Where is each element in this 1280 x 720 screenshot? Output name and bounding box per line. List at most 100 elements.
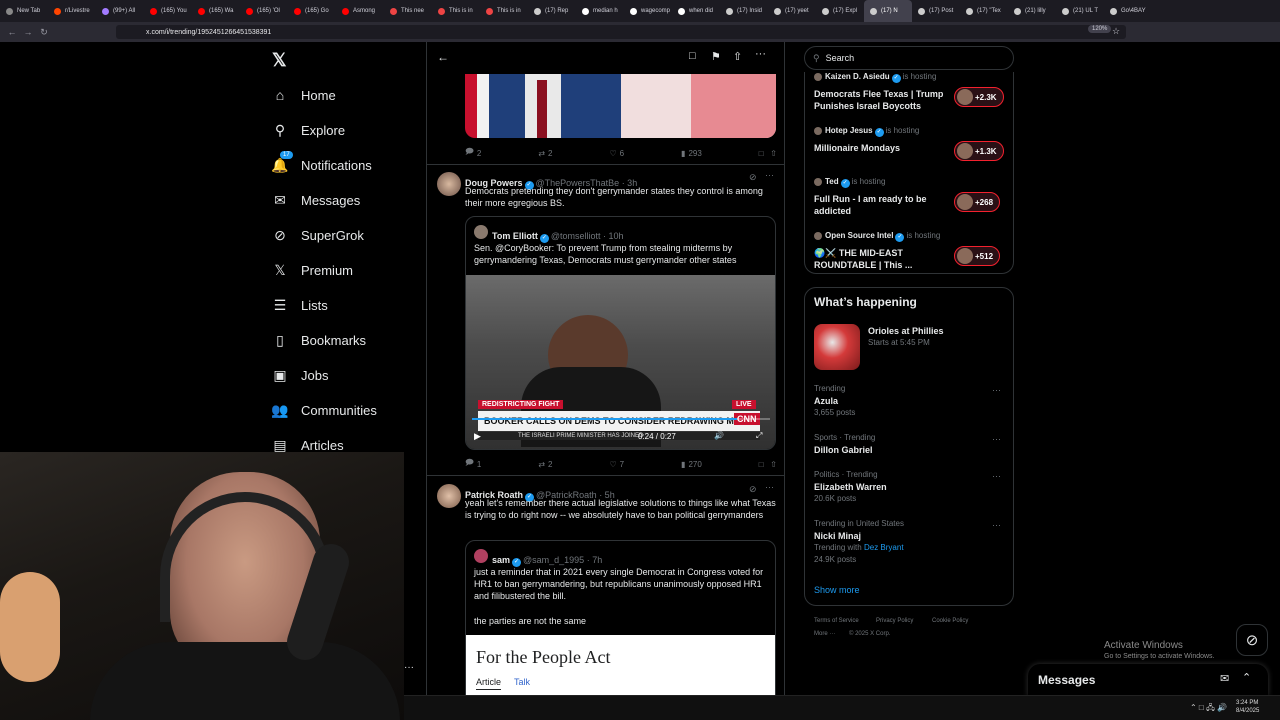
browser-tab[interactable]: Go\4BAY	[1104, 0, 1152, 22]
star-icon[interactable]: ☆	[1112, 26, 1120, 37]
footer-link[interactable]: Cookie Policy	[932, 618, 968, 624]
share-icon[interactable]: ⇧	[733, 50, 742, 63]
browser-tab[interactable]: (17) N	[864, 0, 912, 22]
trend-more-icon[interactable]: ···	[992, 520, 1001, 530]
space-title[interactable]: 🌍⚔️ THE MID-EAST ROUNDTABLE | This ...	[814, 247, 950, 271]
space-listener-count[interactable]: +2.3K	[954, 87, 1004, 107]
browser-tab[interactable]: wagecomp	[624, 0, 672, 22]
footer-link[interactable]: More ···	[814, 631, 835, 637]
like-button[interactable]: ♡ 6	[609, 149, 624, 158]
more-icon[interactable]: ···	[765, 482, 774, 492]
messages-drawer[interactable]: Messages ✉ ⌃	[1028, 664, 1268, 696]
browser-tab[interactable]: Asmong	[336, 0, 384, 22]
trend-name[interactable]: Dillon Gabriel	[814, 445, 873, 455]
nav-item-home[interactable]: ⌂ Home	[272, 80, 336, 110]
browser-tab[interactable]: (17) Post	[912, 0, 960, 22]
trend-more-icon[interactable]: ···	[992, 385, 1001, 395]
space-title[interactable]: Democrats Flee Texas | Trump Punishes Is…	[814, 88, 950, 112]
grok-icon[interactable]: ⊘	[749, 484, 757, 495]
space-title[interactable]: Full Run - I am ready to be addicted	[814, 193, 950, 217]
browser-tab[interactable]: r/Livestre	[48, 0, 96, 22]
repost-button[interactable]: ⇄ 2	[538, 149, 552, 158]
browser-tab[interactable]: This is in	[432, 0, 480, 22]
article-preview[interactable]: For the People Act Article Talk	[466, 635, 775, 695]
footer-link[interactable]: Terms of Service	[814, 618, 859, 624]
nav-item-explore[interactable]: ⚲ Explore	[272, 115, 345, 145]
avatar[interactable]	[437, 484, 461, 508]
browser-tab[interactable]: New Tab	[0, 0, 48, 22]
nav-item-notifications[interactable]: 🔔 17 Notifications	[271, 150, 372, 180]
featured-title[interactable]: Orioles at Phillies	[868, 326, 944, 336]
space-host[interactable]: Kaizen D. Asiedu ✓ is hosting	[814, 72, 936, 83]
zoom-level[interactable]: 120%	[1088, 25, 1112, 33]
browser-tab[interactable]: (165) Go	[288, 0, 336, 22]
show-more-link[interactable]: Show more	[814, 585, 860, 595]
browser-tab[interactable]: (99+) All	[96, 0, 144, 22]
nav-item-jobs[interactable]: ▣ Jobs	[272, 360, 328, 390]
footer-link[interactable]: Privacy Policy	[876, 618, 913, 624]
forward-icon[interactable]: →	[20, 27, 36, 37]
space-title[interactable]: Millionaire Mondays	[814, 142, 950, 154]
more-icon[interactable]: ···	[755, 48, 766, 60]
nav-item-lists[interactable]: ☰ Lists	[272, 290, 328, 320]
reply-button[interactable]: 🗩 2	[465, 146, 481, 160]
address-bar[interactable]: x.com/i/trending/1952451266451538391	[116, 25, 1126, 39]
views-button[interactable]: ▮ 293	[681, 149, 702, 158]
browser-tab[interactable]: This is in	[480, 0, 528, 22]
back-arrow-icon[interactable]: ←	[437, 50, 449, 64]
space-host[interactable]: Ted ✓ is hosting	[814, 177, 885, 188]
back-icon[interactable]: ←	[4, 27, 20, 37]
like-button[interactable]: ♡ 7	[609, 460, 624, 469]
browser-tab[interactable]: (165) Wa	[192, 0, 240, 22]
browser-tab[interactable]: (17) Rep	[528, 0, 576, 22]
tray-icons[interactable]: ⌃ □ 🖧 🔊	[1190, 702, 1227, 716]
video-player[interactable]: REDISTRICTING FIGHT LIVE BOOKER CALLS ON…	[466, 275, 775, 449]
nav-item-communities[interactable]: 👥 Communities	[271, 395, 377, 425]
article-tab-talk[interactable]: Talk	[514, 677, 530, 687]
top-post-image[interactable]	[465, 74, 776, 138]
quoted-post[interactable]: Tom Elliott ✓ @tomselliott · 10h Sen. @Cor…	[465, 216, 776, 450]
trend-name[interactable]: Nicki Minaj	[814, 531, 861, 541]
browser-tab[interactable]: (165) 'Ol	[240, 0, 288, 22]
browser-tab[interactable]: (21) lilly	[1008, 0, 1056, 22]
grok-icon[interactable]: ⊘	[749, 172, 757, 183]
grok-floating-button[interactable]: ⊘	[1236, 624, 1268, 656]
browser-tab[interactable]: when did	[672, 0, 720, 22]
featured-image[interactable]	[814, 324, 860, 370]
views-button[interactable]: ▮ 270	[681, 460, 702, 469]
trend-with-link[interactable]: Dez Bryant	[864, 543, 904, 552]
browser-tab[interactable]: (165) You	[144, 0, 192, 22]
video-progress-bar[interactable]	[472, 418, 770, 420]
space-listener-count[interactable]: +512	[954, 246, 1001, 266]
browser-tab[interactable]: (21) UL T	[1056, 0, 1104, 22]
trend-name[interactable]: Elizabeth Warren	[814, 482, 887, 492]
expand-icon[interactable]: ⌃	[1242, 671, 1251, 684]
repost-button[interactable]: ⇄ 2	[538, 460, 552, 469]
article-tab-article[interactable]: Article	[476, 677, 502, 690]
space-listener-count[interactable]: +1.3K	[954, 141, 1004, 161]
reload-icon[interactable]: ↻	[36, 27, 52, 38]
space-host[interactable]: Hotep Jesus ✓ is hosting	[814, 126, 919, 137]
x-logo-icon[interactable]: 𝕏	[272, 50, 287, 71]
search-box[interactable]: ⚲ Search	[804, 46, 1014, 70]
browser-tab[interactable]: (17) Insid	[720, 0, 768, 22]
trend-more-icon[interactable]: ···	[992, 471, 1001, 481]
quoted-post[interactable]: sam ✓ @sam_d_1995 · 7h just a reminder tha…	[465, 540, 776, 695]
browser-tab[interactable]: (17) Expl	[816, 0, 864, 22]
browser-tab[interactable]: median h	[576, 0, 624, 22]
nav-item-messages[interactable]: ✉ Messages	[272, 185, 360, 215]
bookmark-button[interactable]: □ ⇧	[759, 460, 777, 469]
trend-more-icon[interactable]: ···	[992, 434, 1001, 444]
more-options-icon[interactable]: ···	[404, 662, 414, 673]
nav-item-premium[interactable]: 𝕏 Premium	[272, 255, 353, 285]
trend-name[interactable]: Azula	[814, 396, 838, 406]
browser-tab[interactable]: (17) yeet	[768, 0, 816, 22]
browser-tab[interactable]: This nee	[384, 0, 432, 22]
volume-icon[interactable]: 🔊	[714, 431, 724, 440]
nav-item-bookmarks[interactable]: ▯ Bookmarks	[272, 325, 366, 355]
fullscreen-icon[interactable]: ⤢	[756, 431, 762, 441]
space-host[interactable]: Open Source Intel ✓ is hosting	[814, 231, 940, 242]
compose-message-icon[interactable]: ✉	[1220, 672, 1229, 685]
flag-icon[interactable]: ⚑	[711, 50, 721, 63]
browser-tab[interactable]: (17) "Tex	[960, 0, 1008, 22]
